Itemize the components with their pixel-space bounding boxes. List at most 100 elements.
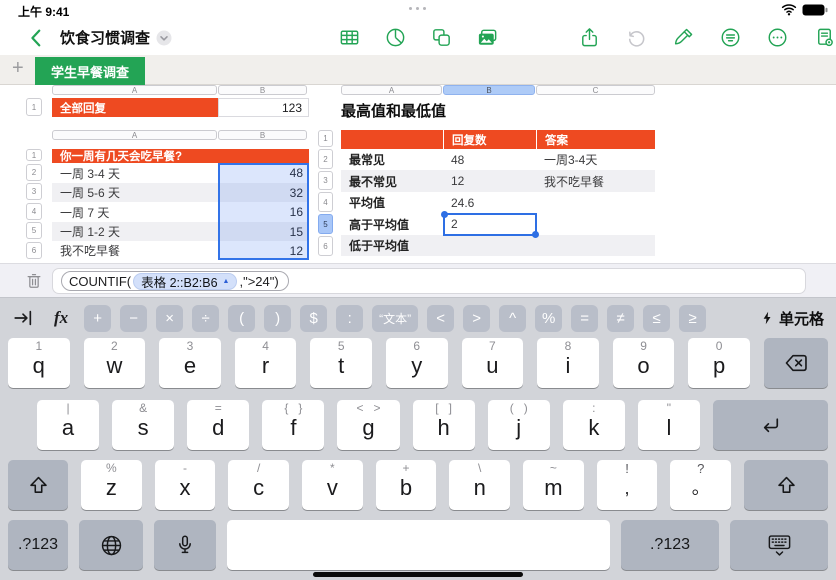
key-g[interactable]: < > g (337, 400, 400, 450)
t2-rowheader-2[interactable]: 2 (26, 164, 42, 181)
t3-table-title[interactable]: 最高值和最低值 (341, 100, 446, 121)
format-brush-icon[interactable] (672, 26, 695, 49)
t3-header-c[interactable]: 答案 (536, 130, 655, 149)
space-key[interactable] (227, 520, 610, 570)
key-y[interactable]: 6y (385, 338, 448, 388)
backspace-key[interactable] (763, 338, 828, 388)
return-key[interactable] (712, 400, 828, 450)
t3-colheader-A[interactable]: A (341, 85, 442, 95)
key-f[interactable]: { } f (262, 400, 325, 450)
tab-next-cell-icon[interactable] (12, 307, 34, 329)
key-m[interactable]: ~ m (523, 460, 584, 510)
op-greater[interactable]: > (463, 304, 491, 332)
t2-rowheader-6[interactable]: 6 (26, 242, 42, 259)
globe-key[interactable] (79, 520, 143, 570)
key-p[interactable]: 0p (688, 338, 750, 388)
insert-chart-icon[interactable] (384, 26, 407, 49)
t2-colheader-B[interactable]: B (218, 130, 307, 140)
key-c[interactable]: / c (228, 460, 290, 510)
key-e[interactable]: 3e (159, 338, 221, 388)
op-open-paren[interactable]: ( (228, 304, 256, 332)
numbers-key-right[interactable]: .?123 (621, 520, 719, 570)
table-row[interactable]: 最不常见 12 我不吃早餐 (341, 170, 655, 192)
op-not-equal[interactable]: ≠ (607, 304, 635, 332)
t1-cell-label[interactable]: 全部回复 (52, 98, 218, 117)
op-greater-equal[interactable]: ≥ (679, 304, 707, 332)
dismiss-keyboard-key[interactable] (730, 520, 828, 570)
key-k[interactable]: :k (562, 400, 625, 450)
table-row[interactable]: 平均值 24.6 (341, 192, 655, 213)
op-plus[interactable]: + (84, 304, 112, 332)
t2-rowheader-3[interactable]: 3 (26, 183, 42, 200)
insert-table-icon[interactable] (338, 26, 361, 49)
op-minus[interactable]: − (120, 304, 148, 332)
key-r[interactable]: 4r (234, 338, 297, 388)
op-close-paren[interactable]: ) (264, 304, 292, 332)
t2-colheader-A[interactable]: A (52, 130, 217, 140)
t2-rowheader-4[interactable]: 4 (26, 203, 42, 220)
home-indicator[interactable] (313, 572, 523, 577)
t3-rowheader-3[interactable]: 3 (318, 171, 333, 190)
key-j[interactable]: ( ) j (487, 400, 550, 450)
op-less-equal[interactable]: ≤ (643, 304, 671, 332)
op-dollar[interactable]: $ (300, 304, 328, 332)
t3-rowheader-1[interactable]: 1 (318, 130, 333, 147)
t3-header-b[interactable]: 回复数 (443, 130, 536, 149)
t3-rowheader-2[interactable]: 2 (318, 149, 333, 169)
table-row[interactable]: 最常见 48 一周3-4天 (341, 149, 655, 170)
selected-cell-B5[interactable] (441, 211, 539, 238)
t3-rowheader-4[interactable]: 4 (318, 192, 333, 212)
t3-rowheader-6[interactable]: 6 (318, 236, 333, 256)
view-options-icon[interactable] (719, 26, 742, 49)
key-x[interactable]: -x (154, 460, 216, 510)
op-divide[interactable]: ÷ (192, 304, 220, 332)
selection-handle-top-left[interactable] (441, 211, 448, 218)
document-title[interactable]: 饮食习惯调查 (60, 27, 150, 48)
numbers-key-left[interactable]: .?123 (8, 520, 68, 570)
sheet-tab-active[interactable]: 学生早餐调查 (35, 57, 145, 85)
insert-media-icon[interactable] (476, 26, 499, 49)
t2-rowheader-5[interactable]: 5 (26, 222, 42, 239)
key-h[interactable]: [ ] h (412, 400, 475, 450)
add-sheet-button[interactable]: + (8, 57, 28, 80)
op-colon[interactable]: : (336, 304, 364, 332)
t1-cell-value[interactable]: 123 (218, 98, 309, 117)
key-i[interactable]: 8i (537, 338, 599, 388)
op-multiply[interactable]: × (156, 304, 184, 332)
more-icon[interactable] (766, 26, 789, 49)
cell-action-button[interactable]: 单元格 (760, 308, 824, 329)
back-button[interactable] (26, 27, 48, 49)
selection-handle-bottom-right[interactable] (532, 231, 539, 238)
key-d[interactable]: = d (187, 400, 250, 450)
t3-header-blank[interactable] (341, 130, 443, 149)
op-equal[interactable]: = (571, 304, 599, 332)
formula-range-selection[interactable] (218, 163, 309, 260)
title-dropdown-icon[interactable] (156, 30, 172, 46)
t1-colheader-B[interactable]: B (218, 85, 307, 95)
t3-rowheader-5-selected[interactable]: 5 (318, 214, 333, 234)
key-t[interactable]: 5t (310, 338, 372, 388)
formula-input[interactable]: COUNTIF( 表格 2::B2:B6 ▲ ,">24" ) (52, 268, 806, 294)
table-row[interactable]: 低于平均值 (341, 235, 655, 256)
formula-range-token[interactable]: 表格 2::B2:B6 ▲ (133, 272, 238, 290)
op-caret[interactable]: ^ (499, 304, 527, 332)
key-s[interactable]: & s (112, 400, 175, 450)
key-l[interactable]: " l (637, 400, 700, 450)
key-o[interactable]: 9o (612, 338, 675, 388)
t3-colheader-B-selected[interactable]: B (443, 85, 535, 95)
key-v[interactable]: * v (302, 460, 363, 510)
dictation-key[interactable] (154, 520, 216, 570)
key-w[interactable]: 2w (83, 338, 146, 388)
key-comma[interactable]: !, (596, 460, 658, 510)
document-view-icon[interactable] (813, 26, 836, 49)
insert-shape-icon[interactable] (430, 26, 453, 49)
key-b[interactable]: + b (375, 460, 437, 510)
op-text[interactable]: “文本” (372, 304, 419, 332)
t3-colheader-C[interactable]: C (536, 85, 655, 95)
shift-key-left[interactable] (8, 460, 68, 510)
key-n[interactable]: \ n (449, 460, 511, 510)
shift-key-right[interactable] (744, 460, 829, 510)
key-u[interactable]: 7u (461, 338, 524, 388)
key-q[interactable]: 1q (8, 338, 70, 388)
op-less[interactable]: < (427, 304, 455, 332)
